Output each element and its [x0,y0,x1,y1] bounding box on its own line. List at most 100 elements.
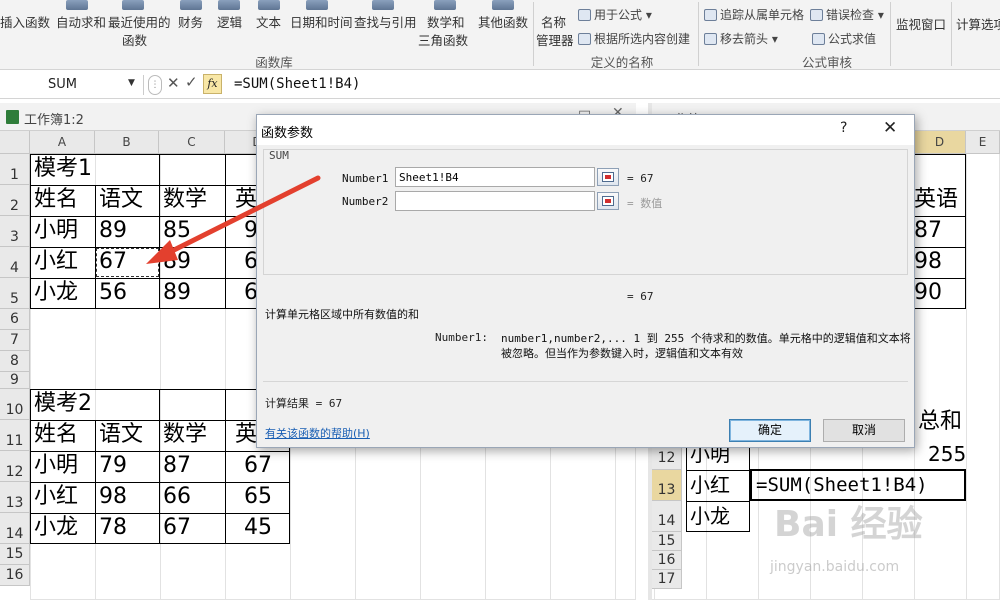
table-cell[interactable]: 78 [95,513,127,543]
table-cell[interactable]: 98 [95,482,127,512]
select-all-corner[interactable] [0,131,30,153]
row-header[interactable]: 3 [0,216,30,247]
cancel-button[interactable]: 取消 [823,419,905,442]
lookup-button[interactable]: 查找与引用 [354,12,417,31]
table-cell[interactable]: 66 [159,482,191,512]
row-header[interactable]: 13 [0,482,30,513]
row-header[interactable]: 14 [652,501,682,532]
row-header[interactable]: 14 [0,513,30,544]
cell-header[interactable]: 数学 [159,420,207,450]
table-cell[interactable]: 65 [240,482,272,512]
table-cell[interactable]: 67 [159,513,191,543]
remove-arrows-button[interactable]: 移去箭头 ▾ [704,30,778,47]
table-cell[interactable]: 小明 [30,451,78,481]
grip-dots-icon[interactable]: ⋮ [148,75,162,95]
table-cell[interactable]: 56 [95,278,127,308]
table-cell[interactable]: 小红 [30,482,78,512]
row-header[interactable]: 1 [0,154,30,185]
trace-dependents-button[interactable]: 追踪从属单元格 [704,6,804,23]
row-header[interactable]: 7 [0,330,30,351]
row-header[interactable]: 8 [0,351,30,372]
math-button-line2[interactable]: 三角函数 [418,30,468,49]
datetime-button[interactable]: 日期和时间 [290,12,353,31]
row-header[interactable]: 13 [652,470,682,501]
table-cell[interactable]: 89 [159,278,191,308]
table-cell[interactable]: 小明 [30,216,78,246]
column-header-d[interactable]: D [914,131,966,153]
name-manager-button-line2[interactable]: 管理器 [536,30,574,49]
cell-header[interactable]: 姓名 [30,185,78,215]
name-box[interactable]: SUM [4,75,144,95]
cell-header[interactable]: 英 [231,420,257,450]
column-header-c[interactable]: C [159,131,225,153]
cell-a10[interactable]: 模考2 [30,389,92,419]
recent-functions-button[interactable]: 最近使用的 [108,12,171,31]
row-header[interactable]: 15 [0,544,30,565]
formula-input[interactable]: =SUM(Sheet1!B4) [234,76,360,92]
row-header[interactable]: 2 [0,185,30,216]
table-cell[interactable]: 小龙 [30,278,78,308]
arg2-input[interactable] [395,191,595,211]
help-link[interactable]: 有关该函数的帮助(H) [265,425,370,441]
more-functions-button[interactable]: 其他函数 [478,12,528,31]
error-check-button[interactable]: 错误检查 ▾ [810,6,884,23]
table-cell[interactable]: 89 [159,247,191,277]
sum-value-cell[interactable]: 255 [924,439,966,469]
ok-button[interactable]: 确定 [729,419,811,442]
name-manager-button[interactable]: 名称 [541,12,566,31]
column-header-e[interactable]: E [966,131,1000,153]
calc-options-button[interactable]: 计算选项 [956,14,1000,33]
close-icon[interactable]: ✕ [883,118,897,138]
logical-button[interactable]: 逻辑 [217,12,242,31]
math-button[interactable]: 数学和 [427,12,465,31]
row-header[interactable]: 15 [652,532,682,551]
table-cell[interactable]: 79 [95,451,127,481]
table-cell[interactable]: 英语 [910,185,958,215]
table-cell[interactable]: 85 [159,216,191,246]
recent-functions-button-line2[interactable]: 函数 [122,30,147,49]
collapse-range-icon[interactable] [597,168,619,186]
row-header[interactable]: 16 [0,565,30,586]
row-header[interactable]: 9 [0,372,30,389]
table-cell[interactable]: 小龙 [686,501,730,531]
text-button[interactable]: 文本 [256,12,281,31]
column-header-a[interactable]: A [30,131,95,153]
chevron-down-icon[interactable]: ▼ [128,78,135,88]
cancel-icon[interactable]: ✕ [167,74,180,92]
cell-header[interactable]: 英 [231,185,257,215]
insert-function-button[interactable]: 插入函数 [0,12,50,31]
row-header[interactable]: 12 [0,451,30,482]
watch-window-button[interactable]: 监视窗口 [896,14,946,33]
cell-header[interactable]: 语文 [95,420,143,450]
cell-header[interactable]: 姓名 [30,420,78,450]
column-header-b[interactable]: B [95,131,159,153]
dialog-titlebar[interactable]: 函数参数 ? ✕ [257,115,914,145]
cell-header[interactable]: 数学 [159,185,207,215]
table-cell[interactable]: 87 [159,451,191,481]
autosum-button[interactable]: 自动求和 [56,12,106,31]
table-cell[interactable]: 67 [95,247,127,277]
table-cell[interactable]: 67 [240,451,272,481]
row-header[interactable]: 6 [0,309,30,330]
cell-header[interactable]: 语文 [95,185,143,215]
row-header[interactable]: 4 [0,247,30,278]
table-cell[interactable]: 小红 [686,470,730,500]
evaluate-formula-button[interactable]: 公式求值 [812,30,876,47]
row-header[interactable]: 5 [0,278,30,309]
arg1-input[interactable]: Sheet1!B4 [395,167,595,187]
row-header[interactable]: 16 [652,551,682,570]
create-from-selection-button[interactable]: 根据所选内容创建 [578,30,690,47]
row-header[interactable]: 11 [0,420,30,451]
insert-function-fx-icon[interactable]: fx [203,74,222,94]
row-header[interactable]: 17 [652,570,682,589]
confirm-check-icon[interactable]: ✓ [185,73,198,91]
row-header[interactable]: 10 [0,389,30,420]
help-icon[interactable]: ? [840,120,847,136]
table-cell[interactable]: 小红 [30,247,78,277]
table-cell[interactable]: 45 [240,513,272,543]
cell-a1[interactable]: 模考1 [30,154,92,184]
sum-label-cell[interactable]: 总和 [914,407,962,437]
financial-button[interactable]: 财务 [178,12,203,31]
use-in-formula-button[interactable]: 用于公式 ▾ [578,6,652,23]
table-cell[interactable]: 小龙 [30,513,78,543]
